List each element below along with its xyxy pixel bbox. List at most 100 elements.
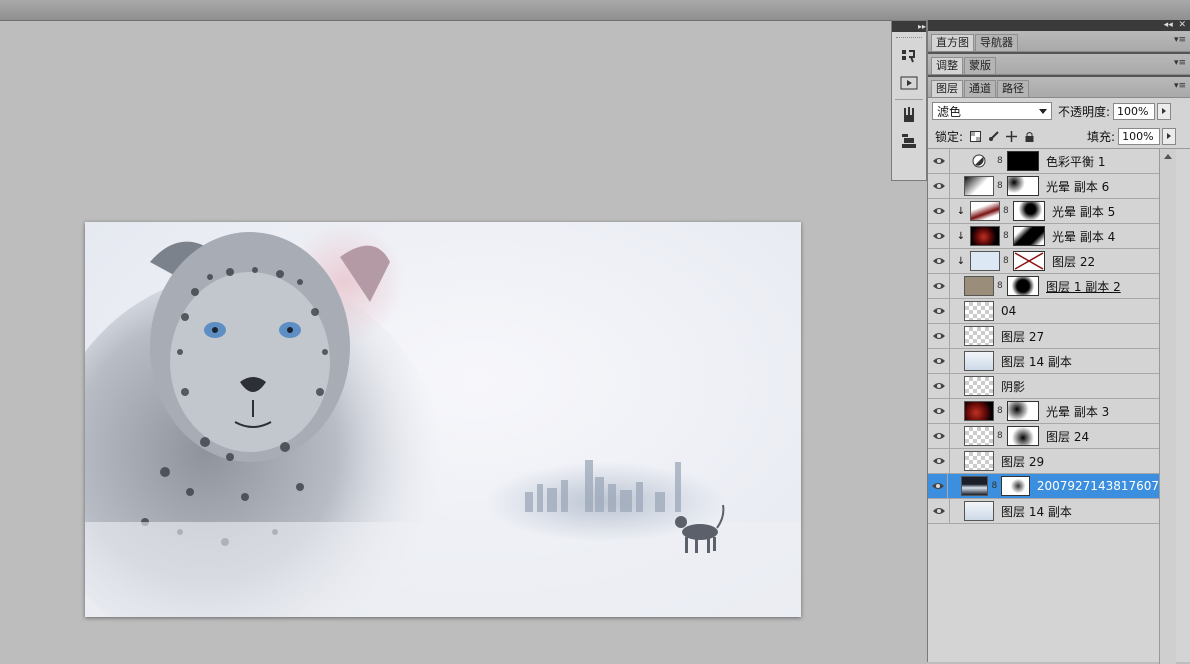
visibility-eye-icon[interactable] — [928, 448, 950, 474]
layer-name[interactable]: 光晕 副本 6 — [1046, 178, 1109, 195]
dock-grip[interactable] — [896, 37, 922, 42]
layer-row[interactable]: 8 2007927143817607 — [928, 473, 1159, 499]
mask-link-chain-icon[interactable]: 8 — [991, 481, 998, 491]
layer-name[interactable]: 04 — [1001, 304, 1016, 318]
scroll-up-icon[interactable] — [1160, 149, 1176, 163]
layer-name[interactable]: 图层 1 副本 2 — [1046, 278, 1121, 295]
layer-thumbnail[interactable] — [964, 276, 994, 296]
layer-name[interactable]: 图层 24 — [1046, 428, 1089, 445]
layer-name[interactable]: 图层 22 — [1052, 253, 1095, 270]
layer-thumbnail[interactable] — [970, 251, 1000, 271]
layer-thumbnail[interactable] — [964, 326, 994, 346]
layer-thumbnail[interactable] — [964, 501, 994, 521]
layer-thumbnail[interactable] — [970, 226, 1000, 246]
layer-name[interactable]: 2007927143817607 — [1037, 479, 1159, 493]
mask-link-chain-icon[interactable]: 8 — [997, 406, 1005, 416]
tab-histogram[interactable]: 直方图 — [931, 34, 974, 51]
layer-thumbnail[interactable] — [964, 451, 994, 471]
visibility-eye-icon[interactable] — [928, 373, 950, 399]
close-icon[interactable]: ✕ — [1178, 20, 1186, 30]
visibility-eye-icon[interactable] — [928, 223, 950, 249]
tab-channels[interactable]: 通道 — [964, 80, 996, 97]
layer-name[interactable]: 图层 14 副本 — [1001, 353, 1072, 370]
mask-link-chain-icon[interactable]: 8 — [997, 181, 1005, 191]
panel-menu-icon[interactable]: ▾≡ — [1174, 35, 1186, 45]
layer-mask-thumbnail[interactable] — [1007, 176, 1039, 196]
layer-thumbnail[interactable] — [964, 376, 994, 396]
collapse-icon[interactable]: ◂◂ — [1164, 20, 1173, 30]
layer-mask-thumbnail[interactable] — [1000, 476, 1030, 496]
layer-row[interactable]: 8 图层 24 — [928, 423, 1159, 449]
visibility-eye-icon[interactable] — [928, 298, 950, 324]
visibility-eye-icon[interactable] — [928, 498, 950, 524]
visibility-eye-icon[interactable] — [928, 348, 950, 374]
dock-expand-arrows[interactable]: ▸▸ — [892, 21, 926, 32]
opacity-input[interactable]: 100% — [1113, 102, 1156, 120]
layer-name[interactable]: 光晕 副本 4 — [1052, 228, 1115, 245]
visibility-eye-icon[interactable] — [928, 423, 950, 449]
layer-mask-thumbnail[interactable] — [1007, 426, 1039, 446]
tab-navigator[interactable]: 导航器 — [975, 34, 1018, 51]
lock-position-move-icon[interactable] — [1005, 130, 1017, 142]
visibility-eye-icon[interactable] — [928, 398, 950, 424]
panel-menu-icon[interactable]: ▾≡ — [1174, 58, 1186, 68]
visibility-eye-icon[interactable] — [928, 323, 950, 349]
layer-thumbnail[interactable] — [964, 301, 994, 321]
mask-link-chain-icon[interactable]: 8 — [1003, 256, 1011, 266]
visibility-eye-icon[interactable] — [928, 273, 950, 299]
mask-link-chain-icon[interactable]: 8 — [997, 431, 1005, 441]
layer-name[interactable]: 图层 14 副本 — [1001, 503, 1072, 520]
brushes-icon[interactable] — [897, 104, 921, 126]
layer-row[interactable]: 8 色彩平衡 1 — [928, 148, 1159, 174]
mask-link-chain-icon[interactable]: 8 — [1003, 206, 1011, 216]
layer-row[interactable]: ↓ 8 光晕 副本 4 — [928, 223, 1159, 249]
layer-row[interactable]: 8 光晕 副本 3 — [928, 398, 1159, 424]
layer-mask-thumbnail[interactable] — [1007, 276, 1039, 296]
color-balance-adjustment-icon[interactable] — [964, 151, 994, 171]
layer-row[interactable]: 图层 29 — [928, 448, 1159, 474]
layer-thumbnail[interactable] — [961, 476, 989, 496]
mask-link-chain-icon[interactable]: 8 — [1003, 231, 1011, 241]
visibility-eye-icon[interactable] — [928, 173, 950, 199]
history-icon[interactable] — [897, 46, 921, 68]
layer-row[interactable]: ↓ 8 光晕 副本 5 — [928, 198, 1159, 224]
layer-name[interactable]: 阴影 — [1001, 378, 1025, 395]
visibility-eye-icon[interactable] — [928, 148, 950, 174]
mask-link-chain-icon[interactable]: 8 — [997, 156, 1005, 166]
fill-input[interactable]: 100% — [1118, 127, 1161, 145]
visibility-eye-icon[interactable] — [928, 248, 950, 274]
layer-row[interactable]: 04 — [928, 298, 1159, 324]
layer-row[interactable]: 8 光晕 副本 6 — [928, 173, 1159, 199]
visibility-eye-icon[interactable] — [928, 473, 949, 499]
tab-paths[interactable]: 路径 — [997, 80, 1029, 97]
layer-thumbnail[interactable] — [970, 201, 1000, 221]
actions-play-icon[interactable] — [897, 72, 921, 94]
lock-all-icon[interactable] — [1023, 130, 1035, 142]
mask-link-chain-icon[interactable]: 8 — [997, 281, 1005, 291]
layer-name[interactable]: 光晕 副本 3 — [1046, 403, 1109, 420]
layer-mask-thumbnail[interactable] — [1007, 401, 1039, 421]
opacity-slider-toggle[interactable] — [1157, 102, 1172, 120]
lock-pixels-brush-icon[interactable] — [987, 130, 999, 142]
layer-name[interactable]: 光晕 副本 5 — [1052, 203, 1115, 220]
layer-name[interactable]: 色彩平衡 1 — [1046, 153, 1105, 170]
panel-menu-icon[interactable]: ▾≡ — [1174, 81, 1186, 91]
layer-thumbnail[interactable] — [964, 426, 994, 446]
layer-name[interactable]: 图层 29 — [1001, 453, 1044, 470]
layer-mask-thumbnail[interactable] — [1013, 226, 1045, 246]
layer-mask-thumbnail[interactable] — [1013, 251, 1045, 271]
layer-row[interactable]: 8 图层 1 副本 2 — [928, 273, 1159, 299]
layer-thumbnail[interactable] — [964, 401, 994, 421]
fill-slider-toggle[interactable] — [1162, 127, 1177, 145]
tab-layers[interactable]: 图层 — [931, 80, 963, 97]
blend-mode-select[interactable]: 滤色 — [932, 102, 1052, 120]
layer-mask-thumbnail[interactable] — [1007, 151, 1039, 171]
layer-row[interactable]: 阴影 — [928, 373, 1159, 399]
tab-masks[interactable]: 蒙版 — [964, 57, 996, 74]
layers-scrollbar[interactable] — [1159, 149, 1176, 664]
visibility-eye-icon[interactable] — [928, 198, 950, 224]
layer-row[interactable]: 图层 14 副本 — [928, 348, 1159, 374]
layer-row[interactable]: ↓ 8 图层 22 — [928, 248, 1159, 274]
layer-name[interactable]: 图层 27 — [1001, 328, 1044, 345]
layer-thumbnail[interactable] — [964, 176, 994, 196]
